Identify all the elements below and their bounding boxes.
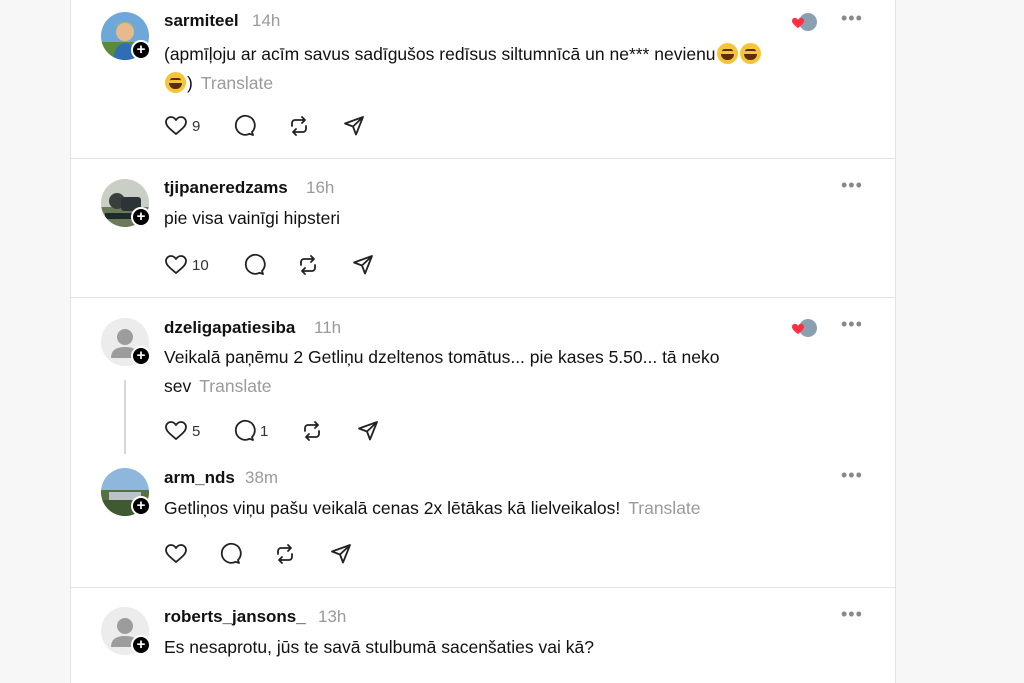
threads-feed: + sarmiteel 14h ••• (apmīļoju ar acīm sa… (70, 0, 896, 683)
translate-link[interactable]: Translate (628, 498, 700, 518)
reply-button[interactable] (232, 114, 256, 138)
share-button[interactable] (356, 419, 380, 443)
heart-icon (165, 116, 187, 135)
more-options-icon[interactable]: ••• (841, 465, 863, 486)
heart-icon (165, 544, 187, 563)
repost-icon (291, 116, 307, 136)
follow-plus-icon[interactable]: + (131, 635, 151, 655)
laughing-emoji-icon (165, 72, 186, 93)
reply-button[interactable]: 1 (232, 419, 268, 443)
share-button[interactable] (351, 253, 375, 277)
repost-button[interactable] (300, 419, 324, 443)
repost-icon (300, 255, 316, 275)
reply-button[interactable] (218, 542, 242, 566)
repost-icon (277, 544, 293, 564)
heart-icon (165, 255, 187, 274)
like-button[interactable] (164, 542, 188, 566)
username[interactable]: sarmiteel (164, 11, 239, 31)
username[interactable]: arm_nds (164, 468, 235, 488)
repost-icon (304, 421, 320, 441)
follow-plus-icon[interactable]: + (131, 346, 151, 366)
more-options-icon[interactable]: ••• (841, 314, 863, 335)
follow-plus-icon[interactable]: + (131, 496, 151, 516)
reply-bubble-icon (234, 419, 256, 441)
username[interactable]: roberts_jansons_ (164, 607, 306, 627)
divider (71, 158, 895, 159)
send-icon (344, 116, 364, 136)
timestamp: 16h (306, 178, 335, 197)
follow-plus-icon[interactable]: + (131, 207, 151, 227)
post-text: (apmīļoju ar acīm savus sadīgušos redīsu… (164, 40, 804, 98)
reply-count: 1 (260, 422, 269, 440)
translate-link[interactable]: Translate (201, 73, 273, 93)
post-text: Getliņos viņu pašu veikalā cenas 2x lētā… (164, 498, 701, 518)
liked-by-avatar-icon (789, 11, 819, 33)
timestamp: 38m (245, 468, 279, 487)
like-button[interactable]: 5 (164, 419, 200, 443)
reply-bubble-icon (234, 114, 256, 136)
repost-button[interactable] (273, 542, 297, 566)
divider (71, 587, 895, 588)
like-count: 10 (192, 256, 209, 274)
laughing-emoji-icon (739, 43, 761, 64)
send-icon (331, 544, 351, 564)
divider (71, 297, 895, 298)
reply-button[interactable] (242, 253, 266, 277)
share-button[interactable] (329, 542, 353, 566)
username[interactable]: tjipaneredzams (164, 178, 288, 198)
laughing-emoji-icon (716, 43, 738, 64)
post-text: Es nesaprotu, jūs te savā stulbumā sacen… (164, 637, 594, 657)
translate-link[interactable]: Translate (199, 376, 271, 396)
reply-bubble-icon (244, 253, 266, 275)
like-count: 5 (192, 422, 201, 440)
post-text: pie visa vainīgi hipsteri (164, 208, 341, 228)
repost-button[interactable] (287, 114, 311, 138)
post-text: Veikalā paņēmu 2 Getliņu dzeltenos tomāt… (164, 347, 720, 396)
timestamp: 14h (252, 11, 281, 30)
send-icon (353, 255, 373, 275)
like-count: 9 (192, 117, 201, 135)
repost-button[interactable] (296, 253, 320, 277)
send-icon (358, 421, 378, 441)
more-options-icon[interactable]: ••• (841, 175, 863, 196)
like-button[interactable]: 9 (164, 114, 200, 138)
username[interactable]: dzeligapatiesiba (164, 318, 295, 338)
liked-by-avatar-icon (789, 317, 819, 339)
like-button[interactable]: 10 (164, 253, 209, 277)
thread-connector-line (124, 380, 126, 454)
more-options-icon[interactable]: ••• (841, 604, 863, 625)
timestamp: 13h (318, 607, 347, 626)
more-options-icon[interactable]: ••• (841, 8, 863, 29)
share-button[interactable] (342, 114, 366, 138)
follow-plus-icon[interactable]: + (131, 40, 151, 60)
reply-bubble-icon (220, 542, 242, 564)
timestamp: 11h (314, 318, 342, 337)
heart-icon (165, 421, 187, 440)
